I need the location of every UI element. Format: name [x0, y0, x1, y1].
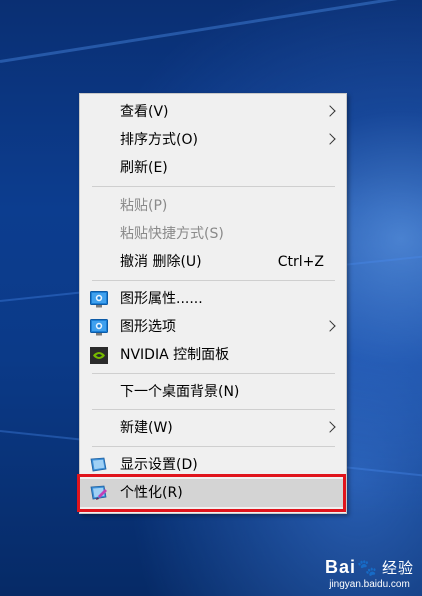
- menu-item-label: 图形选项: [120, 319, 176, 335]
- menu-item-view[interactable]: 查看(V): [80, 98, 346, 126]
- paw-icon: 🐾: [357, 560, 378, 577]
- menu-item-shortcut: Ctrl+Z: [277, 254, 324, 270]
- menu-item-new[interactable]: 新建(W): [80, 414, 346, 442]
- menu-separator: [92, 373, 335, 374]
- chevron-right-icon: [324, 421, 336, 433]
- chevron-right-icon: [324, 105, 336, 117]
- menu-item-label: 粘贴(P): [120, 198, 168, 214]
- nvidia-icon: [90, 346, 108, 364]
- intel-graphics-icon: [90, 318, 108, 336]
- menu-item-paste[interactable]: 粘贴(P): [80, 192, 346, 220]
- menu-separator: [92, 409, 335, 410]
- menu-item-label: 图形属性......: [120, 291, 203, 307]
- menu-item-nvidia-control-panel[interactable]: NVIDIA 控制面板: [80, 341, 346, 369]
- menu-item-label: 撤消 删除(U): [120, 254, 202, 270]
- menu-item-label: 粘贴快捷方式(S): [120, 226, 224, 242]
- highlight-annotation-box: [77, 474, 346, 512]
- menu-item-undo-delete[interactable]: 撤消 删除(U) Ctrl+Z: [80, 248, 346, 276]
- menu-separator: [92, 186, 335, 187]
- menu-item-label: 下一个桌面背景(N): [120, 384, 240, 400]
- baidu-jingyan-watermark: Bai🐾 经验 jingyan.baidu.com: [325, 557, 414, 590]
- menu-separator: [92, 280, 335, 281]
- menu-item-sort-by[interactable]: 排序方式(O): [80, 126, 346, 154]
- chevron-right-icon: [324, 133, 336, 145]
- menu-separator: [92, 446, 335, 447]
- menu-item-refresh[interactable]: 刷新(E): [80, 154, 346, 182]
- intel-graphics-icon: [90, 290, 108, 308]
- desktop-context-menu: 查看(V) 排序方式(O) 刷新(E) 粘贴(P) 粘贴快捷方式(S) 撤消 删…: [79, 93, 347, 514]
- watermark-brand-text: Bai: [325, 557, 357, 577]
- menu-item-label: 刷新(E): [120, 160, 168, 176]
- menu-item-next-desktop-background[interactable]: 下一个桌面背景(N): [80, 378, 346, 406]
- menu-item-graphics-properties[interactable]: 图形属性......: [80, 285, 346, 313]
- watermark-url: jingyan.baidu.com: [329, 579, 410, 590]
- wallpaper-light-beam: [0, 0, 422, 63]
- menu-item-paste-shortcut[interactable]: 粘贴快捷方式(S): [80, 220, 346, 248]
- display-settings-icon: [90, 456, 108, 473]
- menu-item-graphics-options[interactable]: 图形选项: [80, 313, 346, 341]
- menu-item-label: 排序方式(O): [120, 132, 198, 148]
- watermark-brand-suffix: 经验: [381, 560, 414, 577]
- menu-item-label: 查看(V): [120, 104, 169, 120]
- menu-item-label: NVIDIA 控制面板: [120, 347, 230, 363]
- menu-item-label: 新建(W): [120, 420, 173, 436]
- chevron-right-icon: [324, 320, 336, 332]
